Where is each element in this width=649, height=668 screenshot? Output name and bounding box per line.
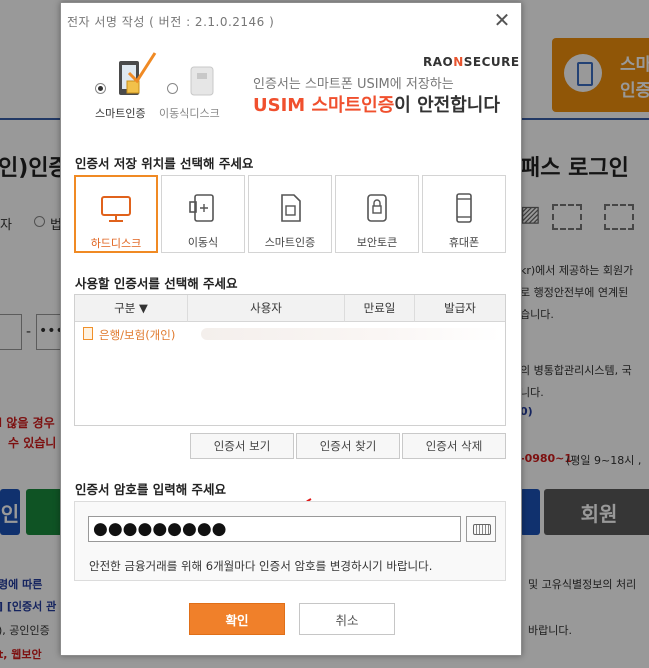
monitor-icon bbox=[101, 196, 131, 222]
promo-text-2: USIM 스마트인증이 안전합니다 bbox=[253, 95, 500, 116]
cert-type: 은행/보험(개인) bbox=[99, 328, 176, 342]
location-smart-auth[interactable]: 스마트인증 bbox=[248, 175, 332, 253]
location-hard-disk[interactable]: 하드디스크 bbox=[74, 175, 158, 253]
storage-label-smart: 스마트인증 bbox=[95, 107, 146, 120]
column-header-type[interactable]: 구분 ▼ bbox=[75, 295, 188, 322]
mobile-phone-icon bbox=[456, 193, 472, 223]
location-label: 휴대폰 bbox=[448, 236, 480, 249]
certificate-icon bbox=[83, 327, 93, 340]
certificate-table: 구분 ▼ 사용자 만료일 발급자 은행/보험(개인) bbox=[74, 294, 506, 426]
location-label: 하드디스크 bbox=[90, 237, 142, 250]
view-cert-button[interactable]: 인증서 보기 bbox=[190, 433, 294, 459]
location-removable[interactable]: 이동식 bbox=[161, 175, 245, 253]
removable-disk-icon bbox=[190, 66, 214, 96]
redacted-user-info bbox=[201, 328, 501, 340]
password-input[interactable]: ●●●●●●●●● bbox=[88, 516, 461, 542]
usb-icon bbox=[189, 194, 214, 222]
location-label: 스마트인증 bbox=[264, 236, 316, 249]
ok-button[interactable]: 확인 bbox=[189, 603, 285, 635]
column-header-expiry[interactable]: 만료일 bbox=[345, 295, 415, 322]
password-section-title: 인증서 암호를 입력해 주세요 bbox=[75, 482, 227, 497]
table-row[interactable]: 은행/보험(개인) bbox=[75, 323, 505, 345]
smart-auth-phone-icon bbox=[119, 52, 157, 95]
password-panel: ●●●●●●●●● 안전한 금융거래를 위해 6개월마다 인증서 암호를 변경하… bbox=[74, 501, 506, 581]
digital-signature-dialog: 전자 서명 작성 ( 버전 : 2.1.0.2146 ) ✕ 스마트인증 이동식… bbox=[60, 2, 522, 656]
location-label: 이동식 bbox=[187, 236, 219, 249]
location-section-title: 인증서 저장 위치를 선택해 주세요 bbox=[75, 156, 254, 171]
cert-section-title: 사용할 인증서를 선택해 주세요 bbox=[75, 276, 238, 291]
password-note: 안전한 금융거래를 위해 6개월마다 인증서 암호를 변경하시기 바랍니다. bbox=[89, 559, 433, 573]
virtual-keyboard-icon[interactable] bbox=[466, 516, 496, 542]
storage-radio-removable[interactable] bbox=[167, 83, 178, 94]
location-security-token[interactable]: 보안토큰 bbox=[335, 175, 419, 253]
cancel-button[interactable]: 취소 bbox=[299, 603, 395, 635]
close-icon[interactable]: ✕ bbox=[491, 8, 513, 32]
location-label: 보안토큰 bbox=[356, 236, 398, 249]
raonsecure-logo: RAONSECURE bbox=[423, 55, 520, 69]
dialog-title: 전자 서명 작성 ( 버전 : 2.1.0.2146 ) bbox=[67, 15, 275, 29]
storage-label-removable: 이동식디스크 bbox=[159, 107, 220, 120]
location-mobile-phone[interactable]: 휴대폰 bbox=[422, 175, 506, 253]
column-header-user[interactable]: 사용자 bbox=[188, 295, 345, 322]
storage-radio-smart[interactable] bbox=[95, 83, 106, 94]
column-header-issuer[interactable]: 발급자 bbox=[415, 295, 505, 322]
delete-cert-button[interactable]: 인증서 삭제 bbox=[402, 433, 506, 459]
find-cert-button[interactable]: 인증서 찾기 bbox=[296, 433, 400, 459]
sim-card-icon bbox=[281, 194, 301, 222]
security-token-icon bbox=[367, 194, 387, 222]
promo-text-1: 인증서는 스마트폰 USIM에 저장하는 bbox=[253, 77, 454, 92]
